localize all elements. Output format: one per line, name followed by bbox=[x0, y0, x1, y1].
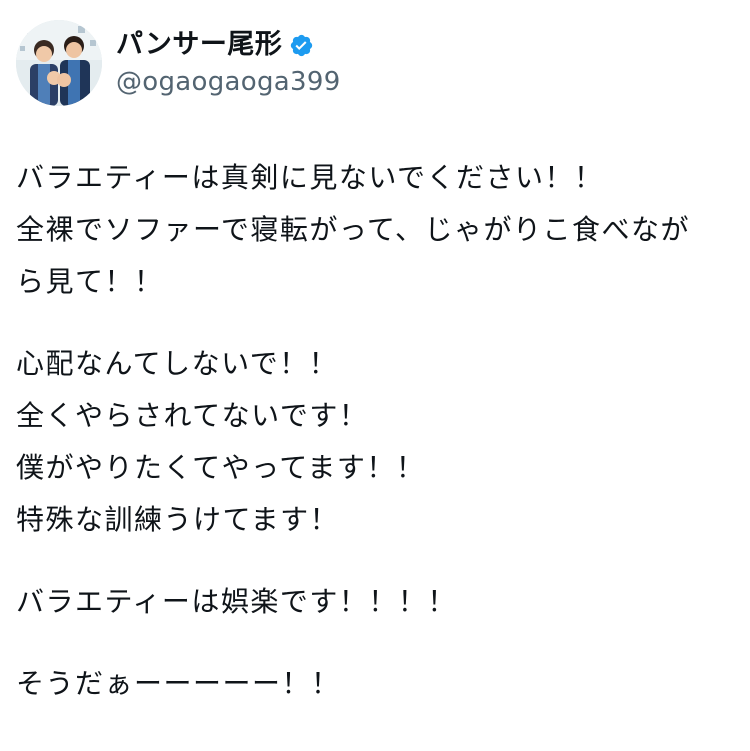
tweet-line: 特殊な訓練うけてます！ bbox=[16, 503, 340, 536]
tweet-line: 全裸でソファーで寝転がって、じゃがりこ食べなが bbox=[16, 213, 691, 246]
paragraph-break bbox=[16, 628, 736, 658]
tweet-line: バラエティーは真剣に見ないでください！！ bbox=[16, 161, 604, 194]
display-name-row: パンサー尾形 bbox=[116, 27, 341, 63]
tweet-card: パンサー尾形 @ogaogaoga399 バラエティーは真剣に見ないでください！… bbox=[0, 0, 750, 751]
user-handle[interactable]: @ogaogaoga399 bbox=[116, 65, 341, 99]
author-names: パンサー尾形 @ogaogaoga399 bbox=[116, 27, 341, 99]
avatar[interactable] bbox=[16, 20, 102, 106]
verified-badge-icon bbox=[289, 33, 314, 58]
tweet-line: ら見て！！ bbox=[16, 265, 164, 298]
paragraph-break bbox=[16, 546, 736, 576]
paragraph-break bbox=[16, 308, 736, 338]
avatar-photo-icon bbox=[16, 20, 102, 106]
tweet-line: 僕がやりたくてやってます！！ bbox=[16, 451, 426, 484]
tweet-header: パンサー尾形 @ogaogaoga399 bbox=[16, 20, 341, 106]
display-name[interactable]: パンサー尾形 bbox=[116, 27, 282, 63]
tweet-line: バラエティーは娯楽です！！！！ bbox=[16, 585, 457, 618]
tweet-text: バラエティーは真剣に見ないでください！！ 全裸でソファーで寝転がって、じゃがりこ… bbox=[16, 152, 736, 710]
tweet-line: 心配なんてしないで！！ bbox=[16, 347, 339, 380]
tweet-line: そうだぁーーーーー！！ bbox=[16, 667, 341, 700]
tweet-line: 全くやらされてないです！ bbox=[16, 399, 369, 432]
